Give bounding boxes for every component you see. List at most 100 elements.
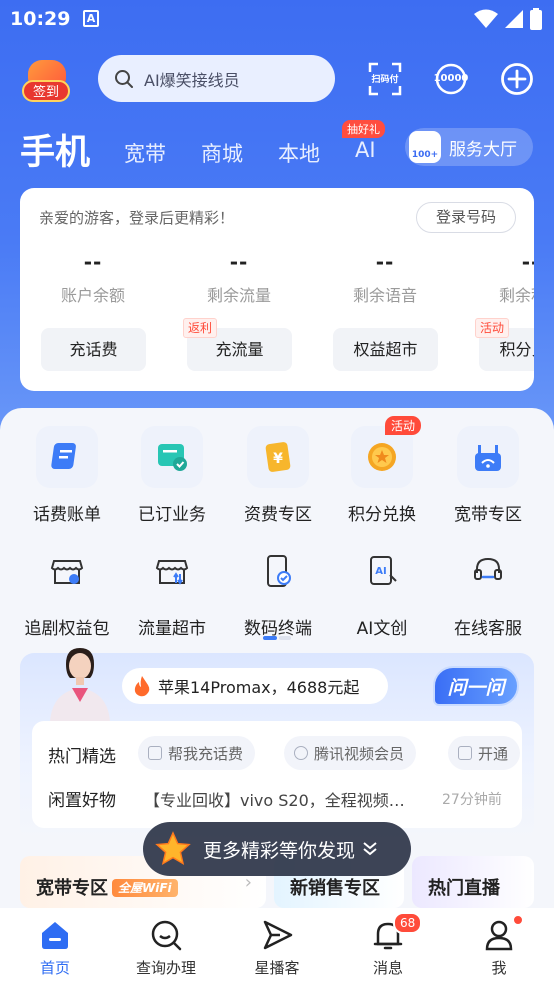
stat-points-value: -- (521, 250, 534, 274)
service-points-label: 积分兑换 (348, 505, 416, 525)
home-icon (38, 918, 72, 952)
points-exchange-button[interactable]: 积分兑换 活动 (475, 318, 534, 371)
me-unread-dot (512, 914, 524, 926)
chip-tencent-video-label: 腾讯视频会员 (314, 744, 405, 763)
service-hall-button[interactable]: 100+ 服务大厅 (405, 128, 533, 166)
ask-button[interactable]: 问一问 (433, 666, 519, 706)
scan-pay-button[interactable]: 扫码付 (368, 62, 402, 96)
stat-points[interactable]: -- 剩余积分 (476, 250, 534, 306)
used-goods-item[interactable]: 【专业回收】vivo S20，全程视频… (144, 787, 405, 811)
category-live-label: 热门直播 (428, 878, 500, 899)
service-tariff-label: 资费专区 (244, 505, 312, 525)
tab-mall[interactable]: 商城 (201, 138, 243, 168)
wifi-icon (474, 9, 498, 28)
service-subscribed[interactable]: 已订业务 (119, 426, 225, 525)
used-goods-time: 27分钟前 (442, 792, 502, 808)
service-bill[interactable]: 话费账单 (14, 426, 120, 525)
messages-badge: 68 (393, 912, 423, 934)
stat-balance-value: -- (83, 250, 103, 274)
account-card: 亲爱的游客，登录后更精彩！ 登录号码 -- 账户余额 -- 剩余流量 -- 剩余… (20, 188, 534, 391)
podcast-icon (260, 918, 294, 952)
activity-tag: 活动 (475, 318, 510, 338)
login-button[interactable]: 登录号码 (416, 202, 516, 233)
hotline-label: 10000 (433, 73, 469, 84)
category-new-sales-label: 新销售专区 (290, 878, 380, 899)
benefit-market-button[interactable]: 权益超市 (333, 328, 438, 371)
add-button[interactable] (500, 62, 534, 96)
data-store-icon (141, 540, 203, 602)
search-icon (115, 69, 133, 88)
signin-button[interactable]: 签到 (22, 60, 74, 104)
nav-home[interactable]: 首页 (0, 918, 110, 978)
category-live[interactable]: 热门直播 (412, 856, 534, 908)
service-data-market-label: 流量超市 (138, 619, 206, 639)
tab-ai[interactable]: AI (355, 138, 376, 162)
stat-data-value: -- (229, 250, 249, 274)
stat-data[interactable]: -- 剩余流量 (184, 250, 294, 306)
service-ai-creative[interactable]: AI AI文创 (329, 540, 435, 639)
service-subscribed-label: 已订业务 (138, 505, 206, 525)
discover-more-text: 更多精彩等你发现 (203, 839, 356, 862)
service-hall-icon: 100+ (409, 131, 441, 163)
chip-recharge[interactable]: 帮我充话费 (138, 736, 256, 770)
status-time: 10:29 (10, 8, 71, 30)
signal-icon (505, 10, 523, 28)
data-recharge-label: 充流量 (215, 340, 264, 359)
hotline-button[interactable]: 10000 (434, 62, 468, 96)
service-tariff[interactable]: ¥ 资费专区 (225, 426, 331, 525)
service-drama-pack-label: 追剧权益包 (24, 619, 110, 639)
chip-open[interactable]: 开通 (448, 736, 521, 770)
nav-me[interactable]: 我 (444, 914, 554, 978)
service-hall-icon-text: 100+ (411, 150, 439, 160)
tab-ai-badge: 抽好礼 (342, 120, 385, 138)
discover-more-toast[interactable]: 更多精彩等你发现 (143, 822, 411, 876)
service-ai-creative-label: AI文创 (356, 619, 408, 639)
rebate-tag: 返利 (183, 318, 218, 338)
nav-me-label: 我 (491, 959, 507, 977)
open-chip-icon (458, 746, 472, 760)
bill-icon (36, 426, 98, 488)
tab-broadband[interactable]: 宽带 (124, 138, 166, 168)
service-bill-label: 话费账单 (33, 505, 101, 525)
service-hall-label: 服务大厅 (449, 139, 517, 160)
bottom-nav: 首页 查询办理 星播客 68 消息 我 (0, 908, 554, 985)
tab-local[interactable]: 本地 (278, 138, 320, 168)
search-input[interactable]: AI爆笑接线员 (98, 55, 335, 102)
drama-store-icon (36, 540, 98, 602)
service-data-market[interactable]: 流量超市 (119, 540, 225, 639)
service-online-support-label: 在线客服 (454, 619, 522, 639)
promo-headline[interactable]: 苹果14Promax，4688元起 (122, 668, 388, 704)
points-exchange-label: 积分兑换 (499, 340, 534, 359)
stat-voice-value: -- (375, 250, 395, 274)
service-online-support[interactable]: 在线客服 (435, 540, 541, 639)
stat-points-label: 剩余积分 (498, 286, 534, 305)
service-drama-pack[interactable]: 追剧权益包 (14, 540, 120, 639)
double-chevron-down-icon (363, 842, 377, 856)
greeting-text: 亲爱的游客，登录后更精彩！ (39, 209, 235, 227)
app-notification-icon: A (83, 10, 99, 27)
nav-messages-label: 消息 (372, 959, 403, 977)
nav-query-label: 查询办理 (135, 959, 196, 977)
promo-panel: 热门精选 帮我充话费 腾讯视频会员 开通 闲置好物 【专业回收】vivo S20… (32, 721, 522, 828)
promo-headline-text: 苹果14Promax，4688元起 (158, 678, 360, 697)
nav-query[interactable]: 查询办理 (111, 918, 221, 978)
signin-label: 签到 (22, 80, 70, 102)
nav-messages[interactable]: 68 消息 (333, 912, 443, 978)
phone-check-icon (247, 540, 309, 602)
nav-podcast[interactable]: 星播客 (222, 918, 332, 978)
recharge-button[interactable]: 充话费 (41, 328, 146, 371)
data-recharge-button[interactable]: 充流量 返利 (183, 318, 292, 371)
stat-voice[interactable]: -- 剩余语音 (330, 250, 440, 306)
pager-dot (279, 636, 291, 640)
tab-mobile[interactable]: 手机 (20, 124, 90, 175)
service-broadband[interactable]: 宽带专区 (435, 426, 541, 525)
chip-open-label: 开通 (478, 744, 509, 763)
video-chip-icon (294, 746, 308, 760)
stat-balance-label: 账户余额 (60, 286, 125, 305)
service-points[interactable]: 活动 积分兑换 (329, 416, 435, 525)
stat-balance[interactable]: -- 账户余额 (38, 250, 148, 306)
services-pager (263, 636, 291, 640)
whole-home-wifi-tag: 全屋WiFi (112, 879, 178, 897)
service-devices[interactable]: 数码终端 (225, 540, 331, 639)
chip-tencent-video[interactable]: 腾讯视频会员 (284, 736, 417, 770)
